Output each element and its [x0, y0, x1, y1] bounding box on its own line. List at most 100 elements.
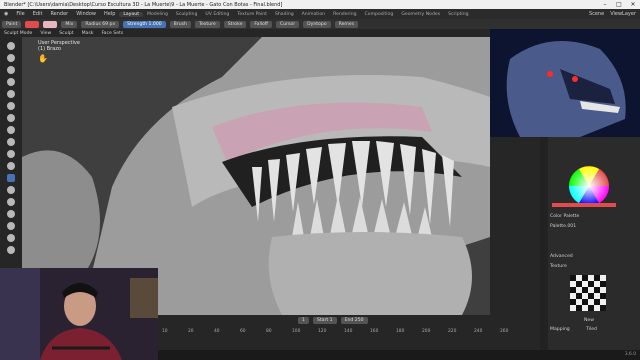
tool-draw-sharp[interactable]: [7, 54, 15, 62]
color-wheel[interactable]: [568, 165, 610, 207]
start-value: 1: [329, 318, 333, 323]
tool-face-sets[interactable]: [7, 222, 15, 230]
tool-box-mask[interactable]: [7, 210, 15, 218]
menu-face-sets[interactable]: Face Sets: [97, 31, 127, 36]
menu-bar: ◉ File Edit Render Window Help Layout Mo…: [0, 9, 640, 19]
tool-crease[interactable]: [7, 126, 15, 134]
new-texture-button[interactable]: New: [584, 318, 594, 323]
menu-edit[interactable]: Edit: [29, 11, 47, 17]
mode-selector[interactable]: Sculpt Mode: [0, 31, 36, 36]
timeline-tick: 260: [500, 329, 509, 334]
timeline[interactable]: 1 Start 1 End 250 10 20 40 60 80 100 120…: [158, 315, 540, 350]
tool-paint[interactable]: [7, 174, 15, 182]
timeline-tick: 100: [292, 329, 301, 334]
primary-color-swatch[interactable]: [25, 20, 40, 28]
cursor-menu[interactable]: Cursor: [275, 20, 300, 28]
tool-mask[interactable]: [7, 198, 15, 206]
texture-panel-header[interactable]: Texture: [550, 264, 567, 269]
tool-smear[interactable]: [7, 186, 15, 194]
timeline-tick: 40: [214, 329, 220, 334]
timeline-ruler: 10 20 40 60 80 100 120 140 160 180 200 2…: [158, 329, 540, 335]
secondary-color-swatch[interactable]: [43, 20, 58, 28]
color-palette-header[interactable]: Color Palette: [550, 214, 579, 219]
end-frame-field[interactable]: End 250: [340, 317, 368, 324]
workspace-tab-scripting[interactable]: Scripting: [444, 12, 472, 17]
start-label: Start: [316, 318, 329, 323]
timeline-tick: 180: [396, 329, 405, 334]
close-button[interactable]: ✕: [626, 0, 640, 9]
workspace-tab-modeling[interactable]: Modeling: [143, 12, 172, 17]
tool-inflate[interactable]: [7, 102, 15, 110]
timeline-tick: 160: [370, 329, 379, 334]
radius-field[interactable]: Radius 69 px: [81, 20, 120, 28]
status-bar: 3.6.0: [158, 350, 640, 360]
stroke-menu[interactable]: Stroke: [223, 20, 247, 28]
reference-image-panel: [490, 29, 640, 137]
tool-smooth[interactable]: [7, 138, 15, 146]
window-titlebar: Blender* [C:\Users\damia\Desktop\Curso E…: [0, 0, 640, 9]
viewport-object: (1) Brazo: [38, 46, 61, 52]
properties-tabs: [540, 137, 548, 350]
tool-clay[interactable]: [7, 66, 15, 74]
timeline-tick: 80: [266, 329, 272, 334]
falloff-menu[interactable]: Falloff: [250, 20, 272, 28]
minimize-button[interactable]: –: [598, 0, 612, 9]
maximize-button[interactable]: □: [612, 0, 626, 9]
menu-window[interactable]: Window: [72, 11, 100, 17]
scene-selector[interactable]: Scene: [589, 11, 604, 17]
timeline-tick: 240: [474, 329, 483, 334]
workspace-tab-uv-editing[interactable]: UV Editing: [201, 12, 233, 17]
timeline-tick: 200: [422, 329, 431, 334]
menu-render[interactable]: Render: [46, 11, 72, 17]
brush-selector[interactable]: Paint: [2, 20, 22, 28]
advanced-panel-header[interactable]: Advanced: [550, 254, 573, 259]
current-frame-field[interactable]: 1: [298, 317, 309, 324]
tool-draw[interactable]: [7, 42, 15, 50]
timeline-tick: 120: [318, 329, 327, 334]
workspace-tab-layout[interactable]: Layout: [119, 11, 143, 17]
hand-icon[interactable]: ✋: [38, 55, 80, 63]
window-controls: – □ ✕: [598, 0, 640, 9]
tool-blob[interactable]: [7, 114, 15, 122]
properties-panel: Color Palette Palette.001 Advanced Textu…: [540, 137, 640, 350]
timeline-tick: 60: [240, 329, 246, 334]
strength-field[interactable]: Strength 1.000: [123, 20, 166, 28]
workspace-tab-sculpting[interactable]: Sculpting: [172, 12, 201, 17]
tool-layer[interactable]: [7, 90, 15, 98]
workspace-tab-rendering[interactable]: Rendering: [329, 12, 360, 17]
reference-wolf-image: [490, 29, 640, 137]
color-value-bar[interactable]: [552, 203, 616, 207]
radius-label: Radius: [85, 21, 101, 27]
menu-view[interactable]: View: [36, 31, 55, 36]
workspace-tab-animation[interactable]: Animation: [298, 12, 329, 17]
menu-file[interactable]: File: [12, 11, 28, 17]
timeline-tick: 220: [448, 329, 457, 334]
tool-fill[interactable]: [7, 162, 15, 170]
strength-value: 1.000: [148, 21, 162, 27]
tool-clay-strips[interactable]: [7, 78, 15, 86]
workspace-tab-shading[interactable]: Shading: [271, 12, 298, 17]
menu-sculpt[interactable]: Sculpt: [55, 31, 77, 36]
palette-selector[interactable]: Palette.001: [550, 224, 576, 229]
tool-mesh-filter[interactable]: [7, 234, 15, 242]
dyntopo-toggle[interactable]: Dyntopo: [303, 20, 331, 28]
timeline-tick: 140: [344, 329, 353, 334]
texture-menu[interactable]: Texture: [194, 20, 220, 28]
strength-label: Strength: [127, 21, 148, 27]
workspace-tab-compositing[interactable]: Compositing: [361, 12, 398, 17]
menu-help[interactable]: Help: [100, 11, 119, 17]
menu-mask[interactable]: Mask: [78, 31, 98, 36]
tool-transform[interactable]: [7, 246, 15, 254]
start-frame-field[interactable]: Start 1: [312, 317, 337, 324]
mapping-select[interactable]: Tiled: [586, 327, 597, 332]
remesh-menu[interactable]: Remes: [334, 20, 359, 28]
workspace-tab-geometry-nodes[interactable]: Geometry Nodes: [397, 12, 444, 17]
timeline-tick: 20: [188, 329, 194, 334]
blender-logo-icon[interactable]: ◉: [0, 11, 12, 17]
viewport-header: Sculpt Mode View Sculpt Mask Face Sets: [0, 29, 490, 37]
workspace-tab-texture-paint[interactable]: Texture Paint: [233, 12, 271, 17]
view-layer-selector[interactable]: ViewLayer: [610, 11, 636, 17]
tool-flatten[interactable]: [7, 150, 15, 158]
brush-menu[interactable]: Brush: [169, 20, 191, 28]
blend-mode-select[interactable]: Mix: [61, 20, 78, 28]
